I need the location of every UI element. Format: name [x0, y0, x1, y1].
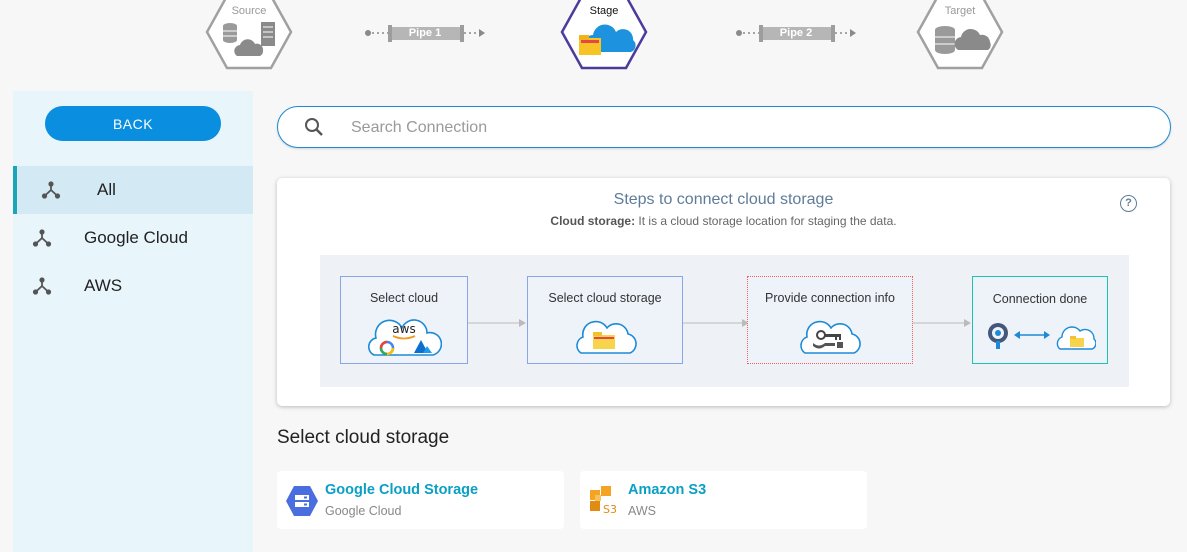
connection-done-icon — [973, 311, 1107, 359]
connection-icon — [30, 274, 54, 298]
sidebar: BACK All Google Cloud AWS — [13, 91, 253, 552]
pipe-2-label: Pipe 2 — [779, 27, 813, 39]
step-arrow — [913, 319, 971, 327]
connection-icon — [39, 178, 63, 202]
sidebar-item-label: AWS — [84, 276, 123, 295]
storage-provider: AWS — [628, 504, 657, 518]
step-arrow — [683, 319, 749, 327]
steps-card: Steps to connect cloud storage Cloud sto… — [277, 178, 1170, 406]
s3-text: S3 — [603, 503, 617, 516]
gcs-icon — [285, 484, 319, 518]
sidebar-item-all[interactable]: All — [13, 166, 253, 214]
pipeline-source-node[interactable]: Source — [203, 0, 295, 72]
cloud-folder-icon — [528, 311, 682, 359]
steps-diagram: Select cloud aws Select cloud storage Pr… — [320, 255, 1129, 387]
steps-card-subtitle: Cloud storage: It is a cloud storage loc… — [277, 214, 1170, 228]
search-bar — [277, 106, 1171, 148]
cloud-key-icon — [748, 311, 912, 359]
storage-tile-google-cloud-storage[interactable]: Google Cloud Storage Google Cloud — [277, 471, 564, 529]
pipeline-source-label: Source — [231, 5, 267, 17]
step-arrow — [468, 319, 526, 327]
steps-card-title: Steps to connect cloud storage — [613, 191, 834, 208]
storage-tile-amazon-s3[interactable]: S3 Amazon S3 AWS — [580, 471, 867, 529]
sidebar-item-label: All — [97, 180, 116, 199]
subtitle-bold: Cloud storage: — [550, 214, 636, 228]
subtitle-text: It is a cloud storage location for stagi… — [635, 214, 897, 228]
storage-name: Amazon S3 — [628, 482, 707, 498]
pipeline-target-node[interactable]: Target — [914, 0, 1006, 72]
storage-name: Google Cloud Storage — [325, 482, 479, 498]
pipeline-stage-label: Stage — [589, 5, 619, 17]
pipeline-target-label: Target — [944, 5, 976, 17]
step-label: Provide connection info — [765, 291, 895, 305]
search-input[interactable] — [349, 115, 1133, 141]
step-select-cloud-storage: Select cloud storage — [527, 276, 683, 364]
multi-cloud-icon: aws — [341, 311, 467, 359]
aws-text: aws — [392, 322, 415, 336]
s3-icon: S3 — [588, 484, 622, 518]
step-select-cloud: Select cloud aws — [340, 276, 468, 364]
sidebar-item-google-cloud[interactable]: Google Cloud — [13, 214, 253, 262]
connection-icon — [30, 226, 54, 250]
pipe-1-label: Pipe 1 — [408, 27, 442, 39]
step-label: Select cloud storage — [548, 291, 662, 305]
section-title: Select cloud storage — [277, 427, 450, 448]
sidebar-item-aws[interactable]: AWS — [13, 262, 253, 310]
step-label: Select cloud — [369, 291, 439, 305]
pipeline-stage-node[interactable]: Stage — [558, 0, 650, 72]
search-icon[interactable] — [304, 117, 324, 142]
step-provide-connection-info: Provide connection info — [747, 276, 913, 364]
storage-provider: Google Cloud — [325, 504, 402, 518]
help-icon[interactable]: ? — [1120, 195, 1137, 212]
sidebar-item-label: Google Cloud — [84, 228, 188, 247]
step-label: Connection done — [992, 292, 1088, 306]
back-button[interactable]: BACK — [45, 106, 221, 141]
step-connection-done: Connection done — [972, 276, 1108, 364]
